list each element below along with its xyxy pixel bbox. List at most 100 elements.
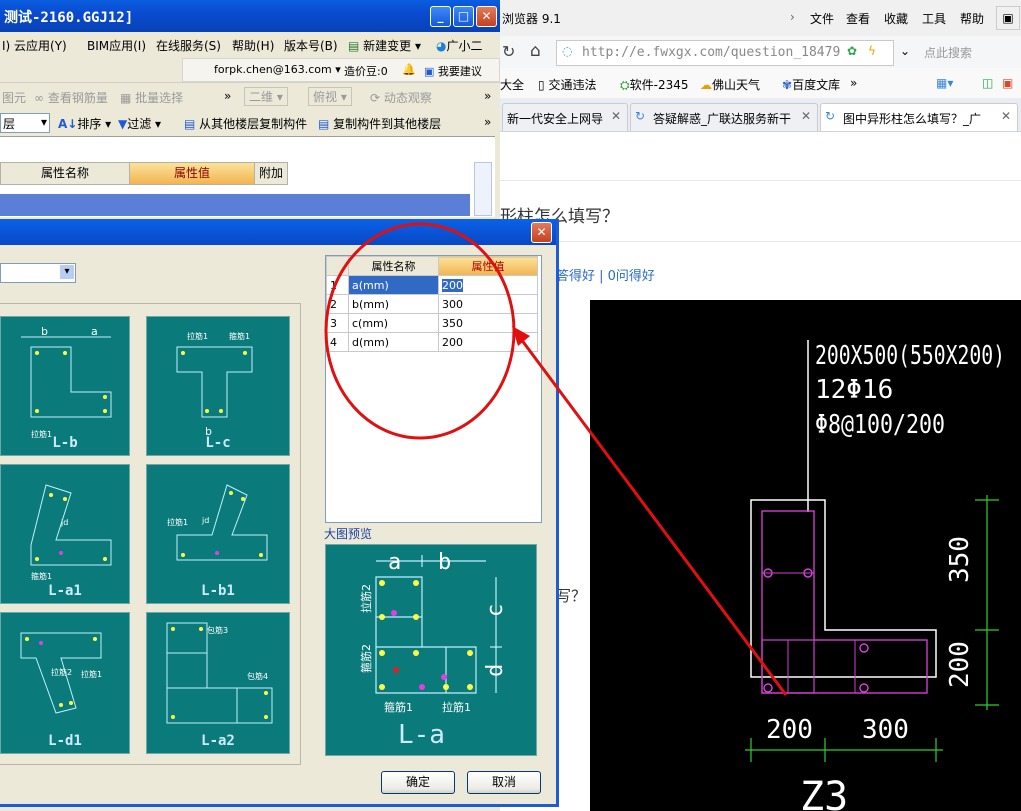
home-icon[interactable]: ⌂	[530, 41, 541, 61]
bolt-icon: ϟ	[868, 44, 876, 58]
chevron-right-icon[interactable]: ›	[790, 10, 795, 24]
tab-safe[interactable]: 新一代安全上网导 ✕	[502, 103, 628, 131]
view-rebar-button[interactable]: ∞ 查看钢筋量	[34, 89, 108, 106]
fav-baidu-wenku[interactable]: ✾百度文库	[782, 76, 840, 93]
tab-answers[interactable]: ↻ 答疑解惑_广联达服务新干 ✕	[630, 103, 818, 131]
menu-tools[interactable]: 工具	[922, 10, 946, 27]
cad-dim-350: 350	[945, 536, 975, 583]
apps-icon[interactable]: ▦▾	[936, 76, 953, 90]
more-chevron[interactable]: »	[224, 89, 231, 103]
copy-icon: ▤	[184, 117, 196, 131]
refresh-icon[interactable]: ↻	[502, 42, 515, 61]
2d-select[interactable]: 二维 ▾	[244, 87, 288, 106]
floor-select[interactable]: 层 ▾	[0, 113, 50, 133]
fav-daquan[interactable]: 大全	[500, 76, 524, 93]
filter-button[interactable]: ▼过滤 ▾	[118, 115, 161, 132]
briefcase-icon[interactable]: ▣	[996, 6, 1020, 30]
thumb-L-b1[interactable]: jd 拉筋1 L-b1	[146, 464, 290, 604]
maximize-button[interactable]: □	[453, 6, 474, 27]
menu-view[interactable]: 查看	[846, 10, 870, 27]
copy-from-floor-button[interactable]: ▤ 从其他楼层复制构件	[184, 115, 307, 132]
close-tab-icon[interactable]: ✕	[611, 109, 627, 123]
cad-section-label: 200X500(550X200)	[815, 341, 1005, 371]
svg-text:b: b	[41, 325, 48, 338]
prop-scrollbar[interactable]	[474, 162, 492, 216]
suggest-button[interactable]: ▣ 我要建议	[424, 63, 482, 79]
new-change-button[interactable]: ▤ 新建变更 ▾	[348, 37, 421, 54]
thumb-L-c[interactable]: 拉筋1 箍筋1 b L-c	[146, 316, 290, 456]
param-header-row: 属性名称 属性值	[326, 256, 538, 276]
chat-icon: ▣	[424, 65, 435, 78]
fav-more[interactable]: »	[850, 76, 857, 90]
copy-to-floor-button[interactable]: ▤ 复制构件到其他楼层	[318, 115, 441, 132]
minimize-button[interactable]: _	[430, 6, 451, 27]
url-field[interactable]: ◌ http://e.fwxgx.com/question_18479 ✿ ϟ	[556, 40, 894, 66]
glasses-icon: ∞	[34, 91, 44, 105]
thumb-L-d1[interactable]: 拉筋2 拉筋1 L-d1	[0, 612, 130, 754]
close-button[interactable]: ✕	[476, 6, 497, 27]
fav-2345[interactable]: ⛭软件-2345	[620, 76, 688, 93]
sort-button[interactable]: A↓排序 ▾	[58, 115, 111, 132]
param-value-input[interactable]: 200	[438, 332, 538, 352]
param-header-name: 属性名称	[348, 256, 439, 276]
more-chevron-3[interactable]: »	[484, 115, 491, 129]
menu-version[interactable]: 版本号(B)	[284, 37, 338, 54]
tool-element[interactable]: 图元	[2, 89, 26, 106]
preview-label: 大图预览	[324, 527, 373, 541]
chevron-down-icon[interactable]: ⌄	[900, 44, 910, 58]
more-chevron-2[interactable]: »	[484, 89, 491, 103]
menu-online[interactable]: 在线服务(S)	[156, 37, 221, 54]
menu-favorites[interactable]: 收藏	[884, 10, 908, 27]
cad-column-id: Z3	[800, 774, 848, 811]
cancel-button[interactable]: 取消	[467, 771, 541, 794]
component-toolbar: 层 ▾ A↓排序 ▾ ▼过滤 ▾ ▤ 从其他楼层复制构件 ▤ 复制构件到其他楼层 …	[0, 110, 500, 136]
tab-question[interactable]: ↻ 图中异形柱怎么填写？_广 ✕	[820, 103, 1018, 131]
menu-file[interactable]: 文件	[810, 10, 834, 27]
fav-weather[interactable]: ☁佛山天气	[700, 76, 760, 93]
table-row[interactable]: 1 a(mm) 200	[326, 275, 538, 295]
menu-cloud[interactable]: I) 云应用(Y)	[2, 37, 67, 54]
view-select[interactable]: 俯视 ▾	[308, 87, 352, 106]
filter-icon: ▼	[118, 117, 128, 131]
shape-category-select[interactable]: ▾	[0, 263, 76, 283]
chevron-down-icon: ▾	[60, 265, 74, 279]
chevron-down-icon: ▾	[40, 115, 47, 129]
param-value-input[interactable]: 200	[438, 275, 538, 295]
book-icon[interactable]: ◫	[982, 76, 993, 90]
thumb-L-a2[interactable]: 包筋3 包筋4 L-a2	[146, 612, 290, 754]
fav-traffic[interactable]: ▯ 交通违法	[538, 76, 596, 93]
param-value-input[interactable]: 300	[438, 294, 538, 314]
bell-icon[interactable]: 🔔	[402, 63, 416, 76]
table-row[interactable]: 3 c(mm) 350	[326, 313, 538, 333]
close-tab-icon[interactable]: ✕	[1001, 109, 1017, 123]
batch-select-button[interactable]: ▦ 批量选择	[120, 89, 183, 106]
menu-bim[interactable]: BIM应用(I)	[87, 37, 146, 54]
close-tab-icon[interactable]: ✕	[801, 109, 817, 123]
svg-text:拉筋2: 拉筋2	[51, 667, 72, 677]
thumb-L-a1[interactable]: jd 箍筋1 L-a1	[0, 464, 130, 604]
ok-button[interactable]: 确定	[381, 771, 455, 794]
dynamic-observe-button[interactable]: ⟳ 动态观察	[370, 89, 432, 106]
shape-thumbnail-list: ba 拉筋1 L-b 拉筋1 箍筋1 b L-c jd 箍筋1 L-a1 jd …	[0, 303, 301, 765]
guangxiaoer-button[interactable]: ◕广小二	[436, 37, 483, 54]
search-input[interactable]: 点此搜索	[924, 44, 972, 61]
panel-divider	[0, 194, 470, 216]
svg-text:拉筋1: 拉筋1	[167, 517, 188, 527]
dialog-close-button[interactable]: ✕	[531, 222, 552, 243]
table-row[interactable]: 4 d(mm) 200	[326, 332, 538, 352]
L-a-preview-diagram: a b c d 拉筋2 箍筋2 箍筋1 拉筋1 L-a	[359, 550, 508, 750]
table-row[interactable]: 2 b(mm) 300	[326, 294, 538, 314]
tab-strip: 新一代安全上网导 ✕ ↻ 答疑解惑_广联达服务新干 ✕ ↻ 图中异形柱怎么填写？…	[500, 98, 1021, 132]
menu-help[interactable]: 帮助(H)	[232, 37, 274, 54]
menu-help[interactable]: 帮助	[960, 10, 984, 27]
answer-stats[interactable]: 答得好 | 0问得好	[556, 265, 655, 284]
account-bar: forpk.chen@163.com ▾ 造价豆:0 🔔 ▣ 我要建议	[0, 56, 500, 82]
tv-icon[interactable]: ▣	[1002, 76, 1013, 90]
account-label[interactable]: forpk.chen@163.com ▾	[214, 63, 341, 76]
thumb-L-b[interactable]: ba 拉筋1 L-b	[0, 316, 130, 456]
svg-text:拉筋2: 拉筋2	[359, 584, 373, 613]
param-value-input[interactable]: 350	[438, 313, 538, 333]
favorites-bar: 大全 ▯ 交通违法 ⛭软件-2345 ☁佛山天气 ✾百度文库 » ▦▾ ◫ ▣	[500, 68, 1021, 99]
svg-text:d: d	[483, 664, 508, 677]
prop-header-name: 属性名称	[0, 162, 130, 185]
